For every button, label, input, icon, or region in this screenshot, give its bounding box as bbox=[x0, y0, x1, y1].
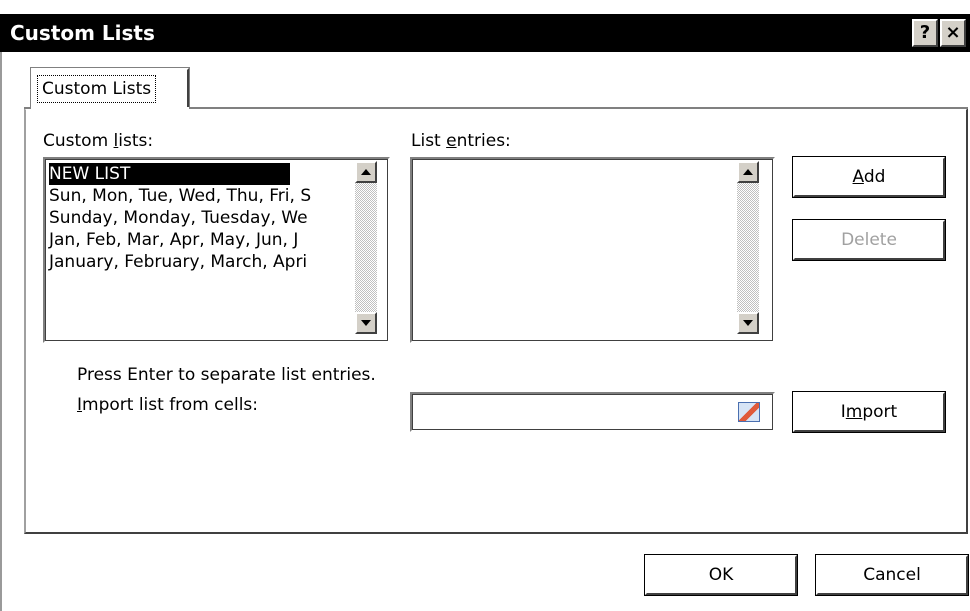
list-entries-scroll-down[interactable] bbox=[737, 312, 759, 334]
import-list-label: Import list from cells: bbox=[77, 395, 259, 415]
list-entries-scrollbar-track[interactable] bbox=[737, 182, 759, 312]
cancel-button[interactable]: Cancel bbox=[815, 554, 969, 596]
custom-lists-scrollbar-track[interactable] bbox=[355, 182, 377, 312]
list-item[interactable]: January, February, March, Apri bbox=[49, 251, 307, 273]
help-icon: ? bbox=[919, 22, 931, 43]
import-range-input[interactable] bbox=[410, 392, 775, 432]
close-icon: × bbox=[945, 22, 961, 43]
custom-lists-scroll-up[interactable] bbox=[355, 161, 377, 183]
scroll-down-arrow-icon bbox=[361, 320, 371, 326]
list-item[interactable]: NEW LIST bbox=[49, 163, 291, 185]
custom-lists-label: Custom lists: bbox=[43, 131, 154, 151]
add-button[interactable]: Add bbox=[792, 156, 946, 198]
custom-lists-listbox[interactable]: NEW LIST Sun, Mon, Tue, Wed, Thu, Fri, S… bbox=[43, 157, 390, 343]
custom-lists-scroll-down[interactable] bbox=[355, 312, 377, 334]
delete-button[interactable]: Delete bbox=[792, 219, 946, 261]
list-item[interactable]: Jan, Feb, Mar, Apr, May, Jun, J bbox=[49, 229, 298, 251]
tab-label[interactable]: Custom Lists bbox=[37, 75, 157, 103]
scroll-up-arrow-icon bbox=[743, 169, 753, 175]
scroll-up-arrow-icon bbox=[361, 169, 371, 175]
list-entries-textarea[interactable] bbox=[410, 157, 775, 343]
ok-button[interactable]: OK bbox=[644, 554, 798, 596]
separator-hint: Press Enter to separate list entries. bbox=[77, 365, 376, 385]
tab-panel-join bbox=[31, 107, 189, 110]
window-title: Custom Lists bbox=[10, 21, 155, 45]
scroll-down-arrow-icon bbox=[743, 320, 753, 326]
list-item[interactable]: Sunday, Monday, Tuesday, We bbox=[49, 207, 308, 229]
list-entries-scroll-up[interactable] bbox=[737, 161, 759, 183]
import-button[interactable]: Import bbox=[792, 391, 946, 433]
range-select-icon[interactable] bbox=[738, 402, 760, 422]
help-button[interactable]: ? bbox=[912, 19, 938, 47]
list-item[interactable]: Sun, Mon, Tue, Wed, Thu, Fri, S bbox=[49, 185, 311, 207]
list-entries-label: List entries: bbox=[411, 131, 511, 151]
close-button[interactable]: × bbox=[940, 19, 966, 47]
